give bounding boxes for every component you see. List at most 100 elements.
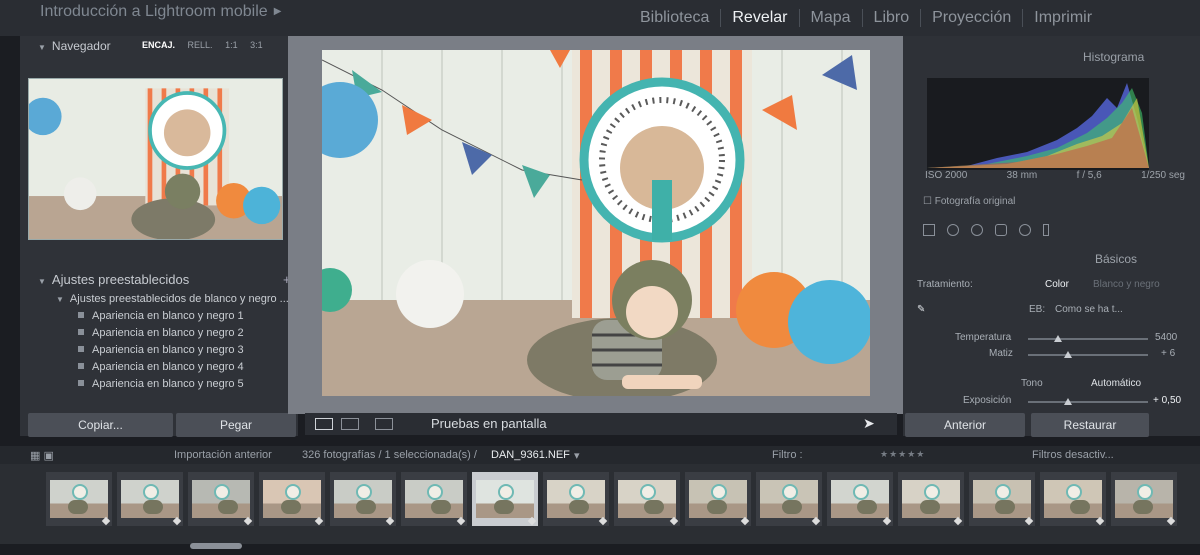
soft-proof-toggle[interactable]: Pruebas en pantalla — [431, 416, 547, 431]
rating-filter-stars[interactable]: ★★★★★ — [880, 449, 925, 460]
collapse-icon: ▼ — [38, 43, 46, 52]
before-after-icon[interactable] — [341, 418, 359, 430]
crop-icon[interactable] — [923, 224, 935, 236]
edited-badge-icon — [1166, 516, 1176, 526]
previous-button[interactable]: Anterior — [905, 413, 1025, 437]
filter-state[interactable]: Filtros desactiv... — [1032, 449, 1114, 461]
thumb-subject — [281, 500, 301, 514]
filmstrip-thumb[interactable] — [1111, 472, 1177, 526]
module-mapa[interactable]: Mapa — [800, 9, 863, 27]
filmstrip-scrollbar[interactable] — [190, 543, 242, 549]
thumb-image — [902, 480, 960, 518]
edited-badge-icon — [882, 516, 892, 526]
auto-tone-button[interactable]: Automático — [1091, 378, 1141, 389]
collapse-icon: ▼ — [56, 295, 64, 304]
wb-eyedropper-icon[interactable]: ✎ — [917, 304, 925, 315]
filmstrip-thumb[interactable] — [46, 472, 112, 526]
tint-value[interactable]: + 6 — [1161, 348, 1175, 359]
zoom-fill[interactable]: RELL. — [188, 40, 213, 50]
preset-item[interactable]: Apariencia en blanco y negro 3 — [78, 344, 244, 361]
temperature-value[interactable]: 5400 — [1155, 332, 1177, 343]
preset-item[interactable]: Apariencia en blanco y negro 2 — [78, 327, 244, 344]
adjustment-brush-icon[interactable] — [1043, 224, 1049, 236]
compare-view-icon[interactable] — [375, 418, 393, 430]
navigator-title: Navegador — [51, 39, 111, 53]
thumb-backdrop — [1066, 484, 1082, 500]
module-proyeccion[interactable]: Proyección — [921, 9, 1024, 27]
thumb-subject — [782, 500, 802, 514]
loupe-view-icon[interactable] — [315, 418, 333, 430]
thumb-backdrop — [427, 484, 443, 500]
preset-item[interactable]: Apariencia en blanco y negro 4 — [78, 361, 244, 378]
module-biblioteca[interactable]: Biblioteca — [640, 9, 722, 27]
preset-item[interactable]: Apariencia en blanco y negro 1 — [78, 310, 244, 327]
original-photo-toggle[interactable]: ☐ Fotografía original — [923, 196, 1015, 207]
edited-badge-icon — [243, 516, 253, 526]
navigator-header[interactable]: ▼ Navegador — [38, 39, 111, 53]
paste-settings-button[interactable]: Pegar — [176, 413, 296, 437]
chevron-down-icon[interactable]: ▾ — [574, 449, 580, 462]
preset-folder[interactable]: ▼ Ajustes preestablecidos de blanco y neg… — [56, 293, 289, 305]
slider-knob[interactable] — [1054, 335, 1062, 342]
red-eye-icon[interactable] — [971, 224, 983, 236]
tint-slider[interactable] — [1028, 351, 1148, 358]
filmstrip-thumb[interactable] — [117, 472, 183, 526]
filmstrip-thumb-selected[interactable] — [472, 472, 538, 526]
thumb-backdrop — [640, 484, 656, 500]
presets-header[interactable]: ▼ Ajustes preestablecidos — [38, 272, 189, 287]
treatment-label: Tratamiento: — [917, 279, 973, 290]
module-revelar[interactable]: Revelar — [721, 9, 800, 27]
filmstrip-thumb[interactable] — [1040, 472, 1106, 526]
filmstrip-thumb[interactable] — [969, 472, 1035, 526]
catalog-title[interactable]: Introducción a Lightroom mobile ▶ — [40, 3, 281, 21]
treatment-bw[interactable]: Blanco y negro — [1093, 279, 1160, 290]
wb-preset-select[interactable]: Como se ha t... — [1055, 304, 1123, 315]
copy-settings-button[interactable]: Copiar... — [28, 413, 173, 437]
filmstrip-thumb[interactable] — [685, 472, 751, 526]
edited-badge-icon — [740, 516, 750, 526]
filmstrip-thumb[interactable] — [898, 472, 964, 526]
module-picker: Biblioteca Revelar Mapa Libro Proyección… — [640, 9, 1103, 27]
filmstrip-thumb[interactable] — [188, 472, 254, 526]
histogram-title[interactable]: Histograma — [1083, 50, 1144, 64]
reset-button[interactable]: Restaurar — [1031, 413, 1149, 437]
filmstrip-thumb[interactable] — [827, 472, 893, 526]
thumb-subject — [68, 500, 88, 514]
iso-value: ISO 2000 — [925, 170, 968, 181]
filmstrip-thumb[interactable] — [543, 472, 609, 526]
preset-item[interactable]: Apariencia en blanco y negro 5 — [78, 378, 244, 395]
slider-knob[interactable] — [1064, 351, 1072, 358]
basic-panel-title[interactable]: Básicos — [1095, 252, 1137, 266]
thumb-backdrop — [569, 484, 585, 500]
filmstrip-thumb[interactable] — [614, 472, 680, 526]
spot-removal-icon[interactable] — [947, 224, 959, 236]
main-photo[interactable] — [322, 50, 870, 396]
slider-knob[interactable] — [1064, 398, 1072, 405]
grid-view-icon[interactable]: ▦ ▣ — [30, 449, 54, 462]
graduated-filter-icon[interactable] — [995, 224, 1007, 236]
thumb-backdrop — [853, 484, 869, 500]
navigator-preview[interactable] — [28, 78, 283, 240]
radial-filter-icon[interactable] — [1019, 224, 1031, 236]
module-libro[interactable]: Libro — [863, 9, 922, 27]
exposure-slider[interactable] — [1028, 398, 1148, 405]
module-imprimir[interactable]: Imprimir — [1023, 9, 1103, 27]
zoom-1-1[interactable]: 1:1 — [225, 40, 238, 50]
selected-filename[interactable]: DAN_9361.NEF — [491, 449, 570, 461]
thumb-image — [1115, 480, 1173, 518]
thumb-subject — [431, 500, 451, 514]
treatment-color[interactable]: Color — [1045, 279, 1069, 290]
exif-info: ISO 2000 38 mm f / 5,6 1/250 seg — [925, 170, 1185, 181]
filmstrip-thumb[interactable] — [401, 472, 467, 526]
thumb-backdrop — [72, 484, 88, 500]
zoom-fit[interactable]: ENCAJ. — [142, 40, 175, 50]
filmstrip-thumb[interactable] — [756, 472, 822, 526]
filmstrip-thumb[interactable] — [330, 472, 396, 526]
zoom-3-1[interactable]: 3:1 — [250, 40, 263, 50]
filmstrip-source[interactable]: Importación anterior — [174, 449, 272, 461]
exposure-value[interactable]: + 0,50 — [1153, 395, 1181, 406]
temperature-slider[interactable] — [1028, 335, 1148, 342]
filmstrip-thumb[interactable] — [259, 472, 325, 526]
filter-label: Filtro : — [772, 449, 803, 461]
thumb-subject — [356, 500, 376, 514]
